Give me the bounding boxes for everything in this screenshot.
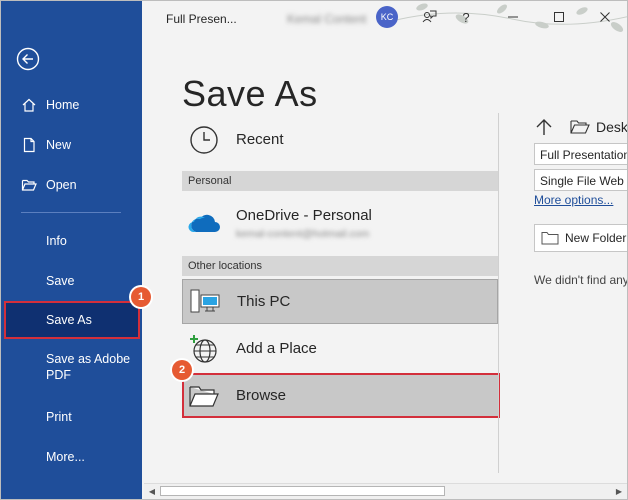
location-add-place[interactable]: Add a Place bbox=[182, 326, 498, 371]
account-name[interactable]: Kemal Content bbox=[287, 12, 366, 26]
location-label: Browse bbox=[236, 387, 287, 404]
account-email: kemal-content@hotmail.com bbox=[236, 227, 370, 240]
new-folder-icon bbox=[541, 232, 559, 245]
location-label: Recent bbox=[236, 131, 284, 148]
nav-divider bbox=[21, 212, 121, 213]
scroll-thumb[interactable] bbox=[160, 486, 445, 496]
location-recent[interactable]: Recent bbox=[182, 117, 498, 162]
more-options-link[interactable]: More options... bbox=[534, 193, 613, 207]
back-arrow-icon[interactable] bbox=[16, 47, 40, 71]
open-folder-icon bbox=[20, 176, 38, 194]
folder-path-label: Desktop bbox=[596, 119, 628, 135]
location-browse[interactable]: Browse bbox=[182, 373, 500, 418]
nav-item-save-as-pdf[interactable]: Save as Adobe PDF bbox=[1, 351, 142, 391]
horizontal-scrollbar[interactable]: ◀ ▶ bbox=[144, 483, 627, 499]
filename-field[interactable]: Full Presentation bbox=[534, 143, 627, 165]
section-header-personal: Personal bbox=[182, 171, 498, 191]
nav-item-home[interactable]: Home bbox=[1, 87, 142, 123]
up-arrow-icon[interactable] bbox=[534, 117, 554, 137]
nav-item-label: Save as Adobe PDF bbox=[46, 352, 131, 382]
location-label: This PC bbox=[237, 293, 291, 310]
save-as-pane: Save As Recent Personal OneDrive - Perso… bbox=[142, 35, 627, 499]
minimize-icon[interactable] bbox=[502, 6, 524, 28]
backstage-window: Home New Open Info Save Save As Save as … bbox=[0, 0, 628, 500]
feedback-icon[interactable] bbox=[418, 6, 440, 28]
scroll-right-icon[interactable]: ▶ bbox=[613, 486, 625, 497]
nav-item-save[interactable]: Save bbox=[1, 263, 142, 299]
location-label: OneDrive - Personal bbox=[236, 206, 372, 224]
help-icon[interactable]: ? bbox=[455, 6, 477, 28]
filetype-select[interactable]: Single File Web Page bbox=[534, 169, 627, 191]
empty-folder-message: We didn't find anything bbox=[534, 273, 627, 287]
nav-item-label: Open bbox=[46, 178, 77, 192]
avatar[interactable]: KC bbox=[376, 6, 398, 28]
new-folder-label: New Folder bbox=[565, 231, 627, 245]
scroll-left-icon[interactable]: ◀ bbox=[146, 486, 158, 497]
clock-icon bbox=[186, 122, 222, 158]
nav-item-label: New bbox=[46, 138, 72, 152]
nav-item-print[interactable]: Print bbox=[1, 399, 142, 435]
location-label: Add a Place bbox=[236, 340, 317, 357]
page-title: Save As bbox=[182, 73, 318, 115]
current-folder-path[interactable]: Desktop bbox=[570, 119, 628, 135]
globe-add-icon bbox=[186, 331, 222, 367]
new-document-icon bbox=[20, 136, 38, 154]
section-header-other-locations: Other locations bbox=[182, 256, 498, 276]
step-callout-2: 2 bbox=[172, 360, 192, 380]
location-this-pc[interactable]: This PC bbox=[182, 279, 498, 324]
new-folder-button[interactable]: New Folder bbox=[534, 224, 627, 252]
step-callout-1: 1 bbox=[131, 287, 151, 307]
nav-item-label: Save bbox=[46, 274, 75, 288]
maximize-icon[interactable] bbox=[548, 6, 570, 28]
nav-item-info[interactable]: Info bbox=[1, 223, 142, 259]
close-icon[interactable] bbox=[594, 6, 616, 28]
location-onedrive[interactable]: OneDrive - Personal kemal-content@hotmai… bbox=[182, 197, 498, 249]
nav-item-label: More... bbox=[46, 450, 85, 464]
folder-icon bbox=[570, 120, 590, 134]
nav-item-new[interactable]: New bbox=[1, 127, 142, 163]
folder-icon bbox=[186, 378, 222, 414]
backstage-nav: Home New Open Info Save Save As Save as … bbox=[1, 1, 142, 499]
nav-item-label: Save As bbox=[46, 313, 92, 327]
column-divider bbox=[498, 113, 499, 473]
nav-item-more[interactable]: More... bbox=[1, 439, 142, 475]
title-bar: Full Presen... Kemal Content KC ? bbox=[142, 1, 627, 35]
computer-icon bbox=[187, 284, 223, 320]
home-icon bbox=[20, 96, 38, 114]
document-title: Full Presen... bbox=[166, 12, 237, 26]
nav-item-save-as[interactable]: Save As bbox=[4, 301, 140, 339]
nav-item-label: Print bbox=[46, 410, 72, 424]
nav-item-open[interactable]: Open bbox=[1, 167, 142, 203]
nav-item-label: Home bbox=[46, 98, 80, 112]
nav-item-label: Info bbox=[46, 234, 67, 248]
onedrive-cloud-icon bbox=[186, 205, 222, 241]
